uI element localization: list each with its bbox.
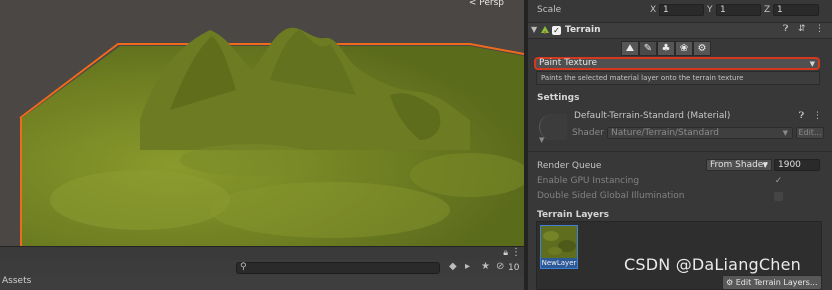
shader-label: Shader [572, 128, 604, 138]
terrain-layer-item[interactable]: NewLayer [540, 225, 578, 269]
settings-heading: Settings [537, 93, 580, 103]
layer-texture-preview [541, 226, 577, 258]
scale-z-field[interactable]: 1 [773, 4, 819, 16]
render-queue-label: Render Queue [537, 161, 602, 171]
help-icon[interactable]: ❓︎ [799, 111, 804, 121]
label-icon[interactable]: ◆ [449, 261, 457, 272]
chevron-down-icon: ▼ [809, 60, 815, 68]
paint-mode-value: Paint Texture [539, 58, 598, 68]
breadcrumb: Assets [0, 276, 524, 290]
render-queue-value[interactable]: 1900 [774, 159, 820, 171]
paint-tool-icon[interactable]: ✎ [639, 41, 657, 56]
material-editor: Default-Terrain-Standard (Material) ❓︎ ⋮… [537, 109, 824, 143]
kebab-menu-icon[interactable]: ⋮ [813, 111, 822, 121]
terrain-icon [541, 26, 549, 34]
component-enabled-checkbox[interactable]: ✓ [552, 26, 561, 35]
material-foldout-icon[interactable]: ▼ [539, 136, 544, 144]
edit-terrain-layers-label: Edit Terrain Layers... [735, 278, 818, 287]
terrain-component-header[interactable]: ▼ ✓ Terrain ❓︎ ⇵ ⋮ [528, 22, 832, 39]
render-queue-mode: From Shader [710, 160, 768, 170]
render-queue-dropdown[interactable]: From Shader ▼ [706, 159, 772, 171]
scale-y-field[interactable]: 1 [716, 4, 761, 16]
project-toolbar: ⚲ ◆ ▸ ★ ⊘ 10 [0, 260, 524, 276]
filter-icon[interactable]: ▸ [465, 261, 470, 272]
project-panel: 🔒︎ ⋮ ⚲ ◆ ▸ ★ ⊘ 10 Assets [0, 246, 524, 290]
scene-view-mode-label[interactable]: < Persp [469, 0, 504, 8]
foldout-arrow-icon[interactable]: ▼ [531, 25, 537, 34]
chevron-down-icon: ▼ [782, 129, 788, 137]
favorite-icon[interactable]: ★ [481, 261, 490, 272]
lock-icon[interactable]: 🔒︎ [503, 248, 508, 258]
material-header-icons: ❓︎ ⋮ [799, 111, 822, 121]
scale-z-label: Z [764, 5, 771, 15]
divider [528, 151, 832, 152]
scale-x-field[interactable]: 1 [659, 4, 704, 16]
edit-terrain-layers-button[interactable]: ⚙ Edit Terrain Layers... [722, 275, 822, 290]
gpu-instancing-checkbox[interactable]: ✓ [774, 177, 783, 186]
material-name: Default-Terrain-Standard (Material) [574, 111, 731, 121]
terrain-render[interactable] [0, 0, 524, 246]
double-sided-gi-checkbox[interactable] [774, 192, 783, 201]
inspector-panel: Scale X 1 Y 1 Z 1 ▼ ✓ Terrain ❓︎ ⇵ ⋮ ⛰ ✎… [528, 0, 832, 290]
terrain-layer-name: NewLayer [541, 258, 577, 268]
project-toolbar-top: 🔒︎ ⋮ [0, 246, 524, 260]
raise-terrain-tool-icon[interactable]: ⛰ [621, 41, 639, 56]
terrain-tool-bar: ⛰ ✎ ♣ ❀ ⚙ [621, 41, 711, 56]
breadcrumb-assets[interactable]: Assets [2, 276, 31, 286]
scale-label: Scale [537, 5, 562, 15]
settings-tool-icon[interactable]: ⚙ [693, 41, 711, 56]
help-icon[interactable]: ❓︎ [783, 24, 788, 34]
component-title: Terrain [565, 25, 601, 35]
shader-dropdown[interactable]: Nature/Terrain/Standard ▼ [607, 127, 793, 139]
watermark: CSDN @DaLiangChen [624, 255, 801, 274]
hidden-count: 10 [508, 263, 520, 273]
eye-icon[interactable]: ⊘ [496, 261, 504, 272]
details-tool-icon[interactable]: ❀ [675, 41, 693, 56]
edit-shader-button[interactable]: Edit... [796, 127, 824, 139]
paint-mode-dropdown[interactable]: Paint Texture ▼ [534, 57, 820, 70]
preset-icon[interactable]: ⇵ [798, 24, 806, 34]
shader-value: Nature/Terrain/Standard [611, 128, 719, 138]
gear-icon: ⚙ [726, 278, 734, 287]
scale-y-label: Y [707, 5, 713, 15]
menu-icon[interactable]: ⋮ [511, 247, 521, 258]
project-search-input[interactable]: ⚲ [236, 262, 440, 274]
kebab-menu-icon[interactable]: ⋮ [815, 24, 824, 34]
search-icon: ⚲ [240, 262, 247, 272]
trees-tool-icon[interactable]: ♣ [657, 41, 675, 56]
scale-x-label: X [650, 5, 657, 15]
gpu-instancing-label: Enable GPU Instancing [537, 176, 640, 186]
double-sided-gi-label: Double Sided Global Illumination [537, 191, 685, 201]
paint-mode-description: Paints the selected material layer onto … [536, 71, 820, 85]
terrain-layers-heading: Terrain Layers [537, 210, 609, 220]
scene-view[interactable]: < Persp [0, 0, 524, 246]
chevron-down-icon: ▼ [762, 161, 768, 169]
